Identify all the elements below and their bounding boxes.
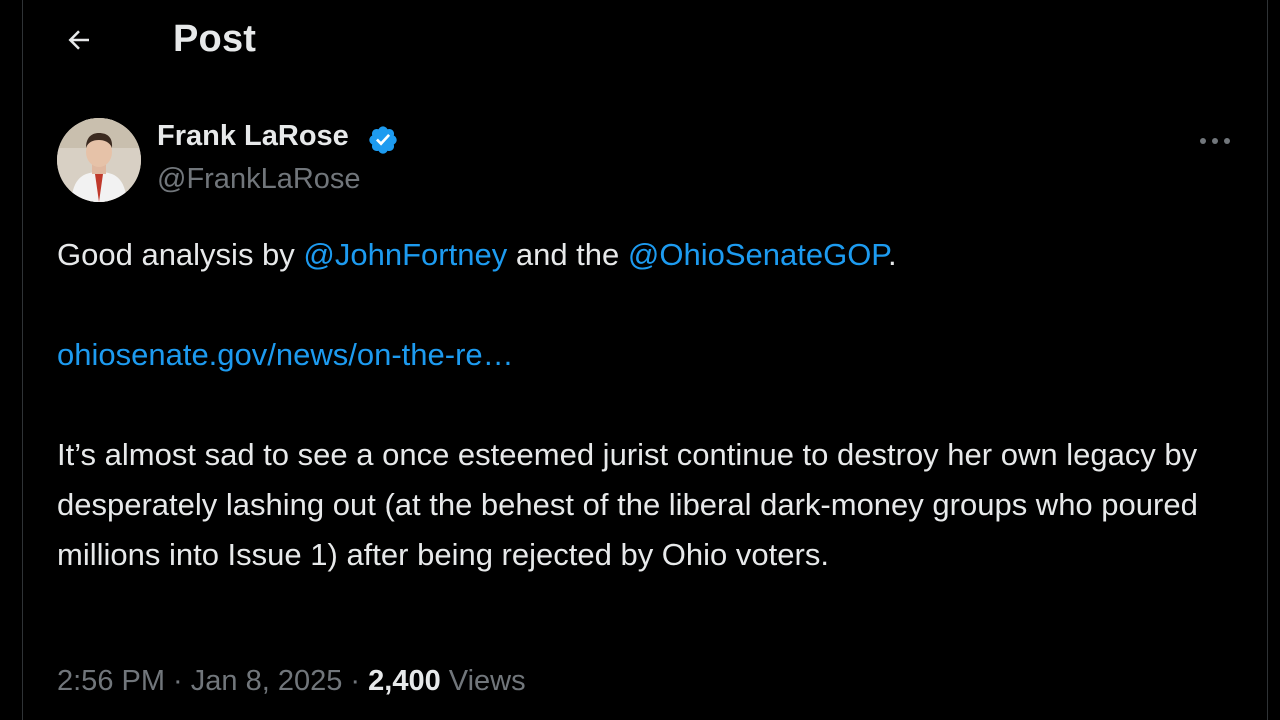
author-handle[interactable]: @FrankLaRose: [157, 163, 361, 196]
views-count: 2,400: [368, 665, 441, 697]
separator: ·: [342, 665, 369, 697]
arrow-left-icon: [68, 30, 89, 50]
views-label: Views: [440, 665, 526, 697]
profile-photo: [57, 118, 141, 202]
verified-badge-icon: [369, 126, 397, 154]
mention-johnfortney[interactable]: @JohnFortney: [303, 237, 507, 272]
text-segment: .: [887, 237, 897, 272]
post-time[interactable]: 2:56 PM: [57, 665, 165, 697]
post-metadata: 2:56 PM · Jan 8, 2025 · 2,400 Views: [57, 665, 526, 698]
author-name[interactable]: Frank LaRose: [157, 120, 349, 153]
more-horizontal-icon: [1200, 138, 1230, 144]
back-button[interactable]: [59, 20, 99, 60]
post-container: Post Frank LaRose @FrankLaRose Good anal…: [22, 0, 1268, 720]
post-body: It’s almost sad to see a once esteemed j…: [57, 437, 1198, 572]
post-text: Good analysis by @JohnFortney and the @O…: [57, 230, 1237, 580]
avatar[interactable]: [57, 118, 141, 202]
more-options-button[interactable]: [1195, 124, 1235, 158]
separator: ·: [165, 665, 191, 697]
post-header: Post: [23, 0, 1267, 80]
post-text-line-1: Good analysis by @JohnFortney and the @O…: [57, 230, 1237, 280]
page-title: Post: [173, 18, 257, 60]
text-segment: Good analysis by: [57, 237, 304, 272]
text-segment: and the: [507, 237, 628, 272]
mention-ohiosenategop[interactable]: @OhioSenateGOP: [628, 237, 888, 272]
post-date[interactable]: Jan 8, 2025: [191, 665, 343, 697]
external-link[interactable]: ohiosenate.gov/news/on-the-re…: [57, 337, 514, 372]
